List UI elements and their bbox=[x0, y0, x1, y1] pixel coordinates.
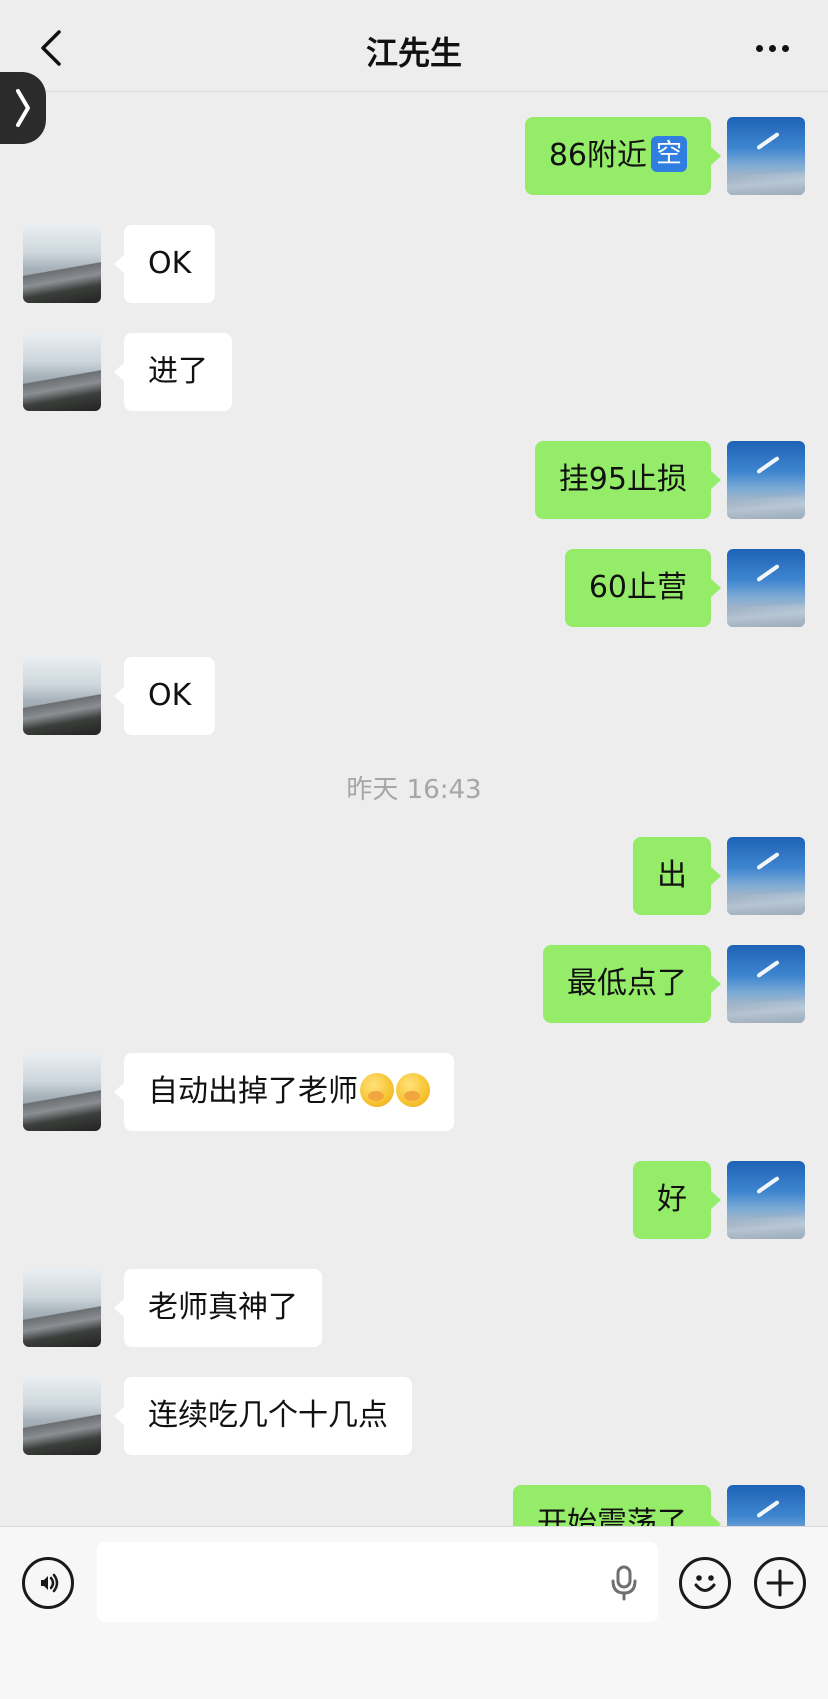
self-avatar[interactable] bbox=[727, 1161, 805, 1239]
message-list: 86附近空 OK 进了 挂95止损 60止营 OK 昨天 16:43 出 最低点… bbox=[0, 93, 828, 1526]
more-actions-button[interactable] bbox=[754, 1557, 806, 1609]
message-row: 开始震荡了 bbox=[0, 1485, 828, 1526]
hand-over-mouth-emoji-icon bbox=[396, 1072, 430, 1107]
message-bubble[interactable]: 老师真神了 bbox=[114, 1269, 322, 1347]
contact-avatar[interactable] bbox=[23, 1269, 101, 1347]
input-bar bbox=[0, 1526, 828, 1699]
self-avatar[interactable] bbox=[727, 837, 805, 915]
message-row: 好 bbox=[0, 1161, 828, 1239]
message-row: 连续吃几个十几点 bbox=[0, 1377, 828, 1455]
message-row: 自动出掉了老师 bbox=[0, 1053, 828, 1131]
more-dots-icon bbox=[755, 44, 763, 52]
contact-avatar[interactable] bbox=[23, 225, 101, 303]
message-bubble[interactable]: 自动出掉了老师 bbox=[114, 1053, 454, 1131]
contact-avatar[interactable] bbox=[23, 333, 101, 411]
message-row: 最低点了 bbox=[0, 945, 828, 1023]
message-text: 挂95止损 bbox=[558, 462, 687, 497]
message-timestamp: 昨天 16:43 bbox=[346, 775, 482, 805]
message-row: OK bbox=[0, 225, 828, 303]
more-button[interactable] bbox=[750, 30, 794, 66]
message-bubble[interactable]: 进了 bbox=[114, 333, 232, 411]
self-avatar[interactable] bbox=[727, 441, 805, 519]
message-row: 挂95止损 bbox=[0, 441, 828, 519]
chat-header: 江先生 bbox=[0, 0, 828, 92]
contact-avatar[interactable] bbox=[23, 1053, 101, 1131]
hand-over-mouth-emoji-icon bbox=[360, 1072, 394, 1107]
message-row: 进了 bbox=[0, 333, 828, 411]
microphone-icon[interactable] bbox=[609, 1565, 639, 1601]
message-bubble[interactable]: OK bbox=[113, 657, 216, 735]
emoji-button[interactable] bbox=[679, 1557, 731, 1609]
message-bubble[interactable]: 连续吃几个十几点 bbox=[114, 1377, 412, 1455]
message-text: 开始震荡了 bbox=[537, 1506, 687, 1526]
message-bubble[interactable]: 挂95止损 bbox=[534, 441, 722, 519]
message-row: 86附近空 bbox=[0, 117, 828, 195]
message-row: 出 bbox=[0, 837, 828, 915]
contact-avatar[interactable] bbox=[23, 1377, 101, 1455]
emoji-icon bbox=[694, 1575, 716, 1592]
message-text: 老师真神了 bbox=[148, 1290, 298, 1325]
message-text: 出 bbox=[657, 858, 687, 893]
plus-icon bbox=[766, 1569, 794, 1597]
message-text: 自动出掉了老师 bbox=[148, 1074, 358, 1109]
kong-badge: 空 bbox=[651, 135, 687, 172]
self-avatar[interactable] bbox=[727, 1485, 805, 1526]
message-text: 好 bbox=[657, 1182, 687, 1217]
message-bubble[interactable]: 86附近空 bbox=[524, 117, 722, 195]
message-text: 最低点了 bbox=[567, 966, 687, 1001]
message-text: 60止营 bbox=[588, 570, 687, 605]
message-bubble[interactable]: 最低点了 bbox=[543, 945, 721, 1023]
chat-title: 江先生 bbox=[365, 34, 462, 72]
chevron-right-icon bbox=[16, 89, 30, 127]
message-bubble[interactable]: 开始震荡了 bbox=[513, 1485, 721, 1526]
voice-icon bbox=[41, 1573, 59, 1593]
voice-toggle-button[interactable] bbox=[22, 1557, 74, 1609]
message-bubble[interactable]: 出 bbox=[633, 837, 721, 915]
message-text: 86附近 bbox=[548, 138, 647, 173]
self-avatar[interactable] bbox=[727, 117, 805, 195]
message-row: 老师真神了 bbox=[0, 1269, 828, 1347]
self-avatar[interactable] bbox=[727, 549, 805, 627]
contact-avatar[interactable] bbox=[23, 657, 101, 735]
message-bubble[interactable]: OK bbox=[113, 225, 216, 303]
message-bubble[interactable]: 60止营 bbox=[564, 549, 722, 627]
self-avatar[interactable] bbox=[727, 945, 805, 1023]
message-text: OK bbox=[148, 246, 192, 281]
message-bubble[interactable]: 好 bbox=[633, 1161, 721, 1239]
message-row: OK bbox=[0, 657, 828, 735]
floating-side-tab[interactable] bbox=[0, 72, 46, 144]
message-text: OK bbox=[148, 678, 192, 713]
message-input[interactable] bbox=[97, 1542, 658, 1622]
message-text: 连续吃几个十几点 bbox=[148, 1398, 388, 1433]
message-row: 60止营 bbox=[0, 549, 828, 627]
message-text: 进了 bbox=[148, 354, 208, 389]
